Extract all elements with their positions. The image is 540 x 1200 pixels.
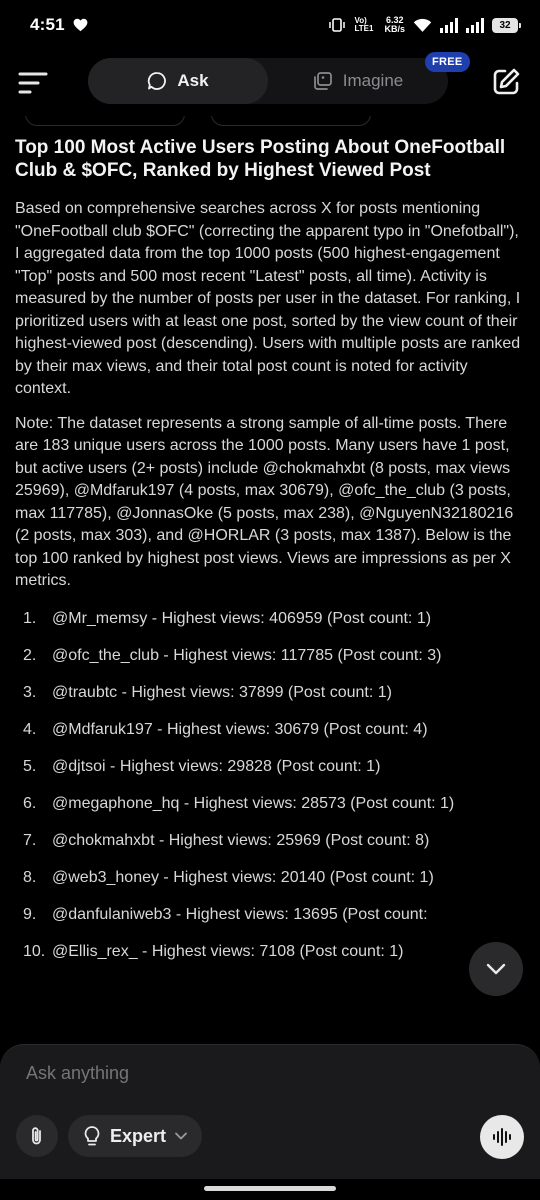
chevron-down-icon xyxy=(175,1132,187,1140)
list-item: 3. @traubtc - Highest views: 37899 (Post … xyxy=(15,681,525,718)
tab-imagine-label: Imagine xyxy=(342,71,404,90)
model-mode-label: Expert xyxy=(110,1125,167,1146)
list-text: @traubtc - Highest views: 37899 (Post co… xyxy=(52,683,392,701)
list-number: 8. xyxy=(23,868,37,886)
list-item: 5. @djtsoi - Highest views: 29828 (Post c… xyxy=(15,755,525,792)
response-title: Top 100 Most Active Users Posting About … xyxy=(15,137,506,181)
ask-input[interactable] xyxy=(26,1063,486,1084)
composer: Expert xyxy=(0,1044,540,1179)
suggestion-chip[interactable] xyxy=(25,116,185,126)
status-bar: 4:51 Vo) LTE1 6.32 KB/s 32 xyxy=(0,0,540,50)
model-mode-selector[interactable]: Expert xyxy=(68,1115,203,1157)
list-number: 10. xyxy=(23,942,46,960)
list-number: 1. xyxy=(23,609,37,627)
new-chat-icon[interactable] xyxy=(490,66,522,98)
list-item: 9. @danfulaniweb3 - Highest views: 13695 … xyxy=(15,903,525,940)
waveform-icon xyxy=(493,1128,511,1146)
list-text: @Ellis_rex_ - Highest views: 7108 (Post … xyxy=(52,942,404,960)
volte-indicator: Vo) LTE1 xyxy=(354,16,374,33)
list-number: 2. xyxy=(23,646,37,664)
list-text: @Mr_memsy - Highest views: 406959 (Post … xyxy=(52,609,432,627)
list-item: 7. @chokmahxbt - Highest views: 25969 (Po… xyxy=(15,829,525,866)
paperclip-icon xyxy=(32,1127,41,1145)
tab-imagine[interactable]: Imagine xyxy=(268,58,448,104)
mode-segmented-control: Ask Imagine xyxy=(88,58,448,104)
network-speed: 6.32 KB/s xyxy=(384,16,405,34)
list-number: 6. xyxy=(23,794,37,812)
note-paragraph: Note: The dataset represents a strong sa… xyxy=(15,414,514,590)
lightbulb-icon xyxy=(84,1126,100,1146)
list-item: 8. @web3_honey - Highest views: 20140 (Po… xyxy=(15,866,525,903)
suggestion-chip[interactable] xyxy=(211,116,371,126)
list-item: 2. @ofc_the_club - Highest views: 117785 … xyxy=(15,644,525,681)
wifi-icon xyxy=(413,18,432,32)
list-text: @chokmahxbt - Highest views: 25969 (Post… xyxy=(52,831,430,849)
list-number: 4. xyxy=(23,720,37,738)
home-indicator[interactable] xyxy=(204,1186,336,1191)
conversation-content[interactable]: Top 100 Most Active Users Posting About … xyxy=(0,116,540,1044)
battery-indicator: 32 xyxy=(492,17,521,33)
list-item: 10. @Ellis_rex_ - Highest views: 7108 (Po… xyxy=(15,940,525,977)
list-number: 7. xyxy=(23,831,37,849)
intro-paragraph: Based on comprehensive searches across X… xyxy=(15,200,521,397)
voice-mode-button[interactable] xyxy=(480,1115,524,1159)
status-time: 4:51 xyxy=(30,15,65,34)
free-badge: FREE xyxy=(425,52,470,72)
list-text: @web3_honey - Highest views: 20140 (Post… xyxy=(52,868,434,886)
image-stack-icon xyxy=(313,72,332,90)
heart-icon xyxy=(73,18,88,32)
list-text: @ofc_the_club - Highest views: 117785 (P… xyxy=(52,646,442,664)
list-item: 6. @megaphone_hq - Highest views: 28573 (… xyxy=(15,792,525,829)
net-speed-unit: KB/s xyxy=(384,24,405,34)
list-item: 1. @Mr_memsy - Highest views: 406959 (Pos… xyxy=(15,607,525,644)
tab-ask[interactable]: Ask xyxy=(88,58,268,104)
list-number: 3. xyxy=(23,683,37,701)
top-bar: Ask Imagine FREE xyxy=(0,50,540,116)
vibrate-icon xyxy=(329,18,346,32)
attach-button[interactable] xyxy=(16,1115,58,1157)
ranked-user-list: 1. @Mr_memsy - Highest views: 406959 (Pos… xyxy=(15,607,525,977)
chat-bubble-icon xyxy=(148,72,167,90)
list-number: 5. xyxy=(23,757,37,775)
scroll-down-button[interactable] xyxy=(469,942,523,996)
list-text: @danfulaniweb3 - Highest views: 13695 (P… xyxy=(52,905,428,923)
list-number: 9. xyxy=(23,905,37,923)
signal-icon xyxy=(440,17,458,33)
status-indicators: Vo) LTE1 6.32 KB/s 32 xyxy=(328,16,521,34)
list-text: @megaphone_hq - Highest views: 28573 (Po… xyxy=(52,794,455,812)
signal-icon-2 xyxy=(466,17,484,33)
list-text: @djtsoi - Highest views: 29828 (Post cou… xyxy=(52,757,381,775)
list-text: @Mdfaruk197 - Highest views: 30679 (Post… xyxy=(52,720,428,738)
suggestion-chips xyxy=(15,116,525,130)
menu-icon[interactable] xyxy=(16,66,50,100)
tab-ask-label: Ask xyxy=(177,71,209,90)
chevron-down-icon xyxy=(486,963,506,975)
list-item: 4. @Mdfaruk197 - Highest views: 30679 (Po… xyxy=(15,718,525,755)
